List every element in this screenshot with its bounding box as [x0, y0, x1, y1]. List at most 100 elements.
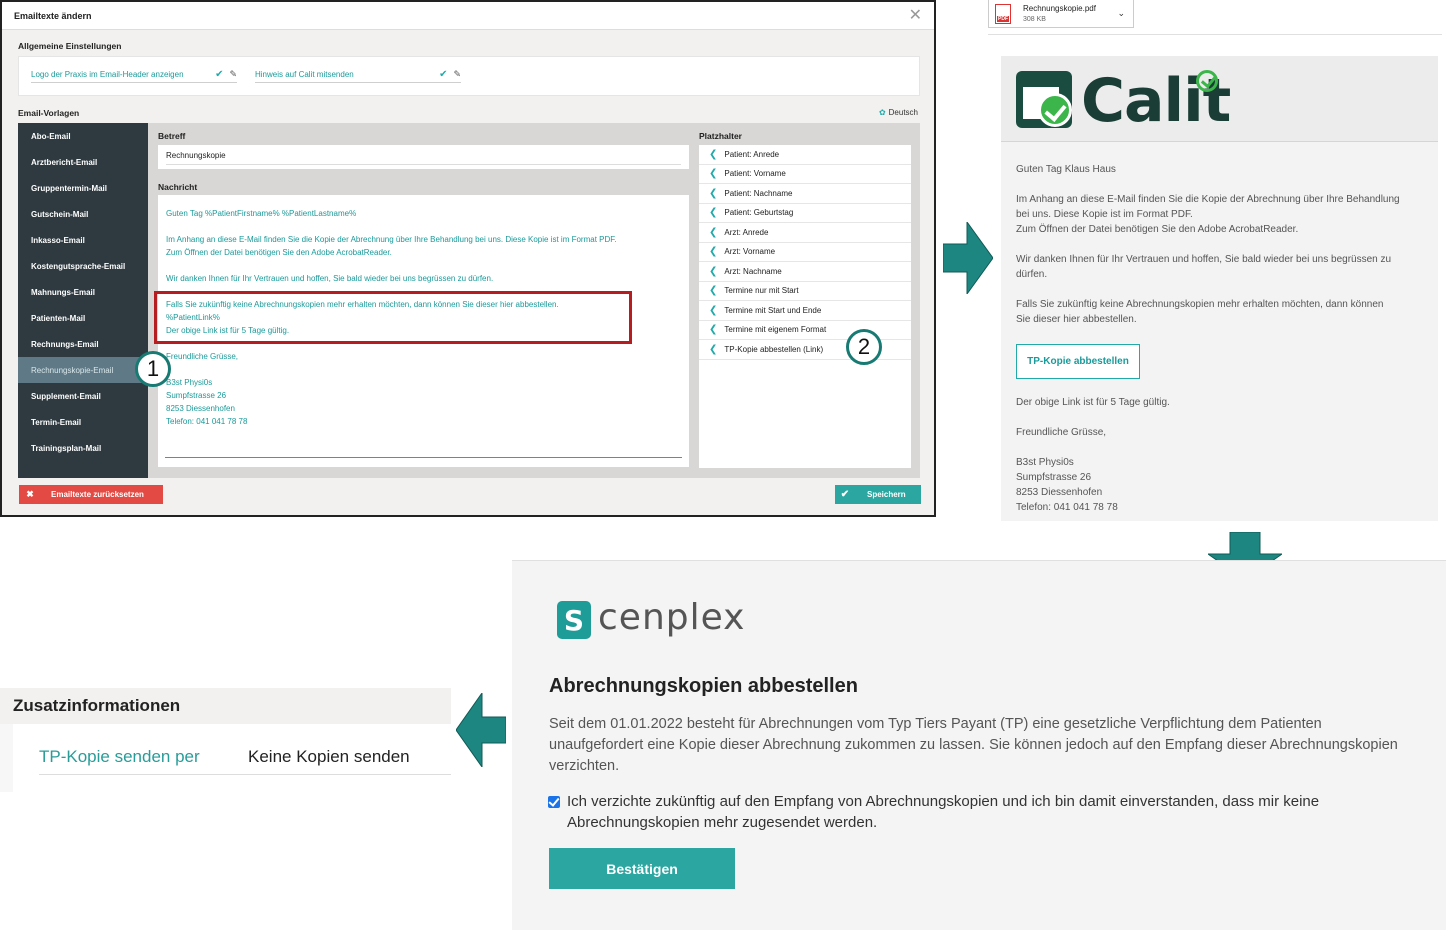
- info-paragraph: Seit dem 01.01.2022 besteht für Abrechnu…: [549, 716, 1398, 774]
- email-preview: Calit Guten Tag Klaus Haus Im Anhang an …: [1001, 56, 1438, 521]
- confirm-button[interactable]: Bestätigen: [549, 848, 735, 889]
- dialog-title: Emailtexte ändern: [14, 10, 92, 21]
- tp-copy-send-label: TP-Kopie senden per: [39, 747, 200, 766]
- template-item[interactable]: Gruppentermin-Mail: [18, 175, 148, 201]
- placeholder-item[interactable]: ❮ Patient: Anrede: [699, 145, 911, 165]
- general-settings-label: Allgemeine Einstellungen: [18, 41, 122, 51]
- consent-checkbox[interactable]: [548, 796, 560, 808]
- placeholder-label: Arzt: Anrede: [724, 227, 769, 237]
- placeholder-label: Platzhalter: [699, 131, 742, 141]
- check-icon: ✔: [840, 489, 850, 500]
- option-label: Hinweis auf Calit mitsenden: [255, 70, 354, 79]
- template-item[interactable]: Kostengutsprache-Email: [18, 253, 148, 279]
- placeholder-item[interactable]: ❮ Patient: Geburtstag: [699, 204, 911, 223]
- cenplex-unsubscribe-page: S cenplex Abrechnungskopien abbestellen …: [512, 560, 1446, 930]
- check-circle-icon: [1196, 70, 1218, 92]
- placeholder-item[interactable]: ❮ Termine nur mit Start: [699, 282, 911, 301]
- template-item[interactable]: Inkasso-Email: [18, 227, 148, 253]
- subject-input[interactable]: Rechnungskopie: [158, 145, 689, 169]
- placeholder-label: Termine mit Start und Ende: [724, 305, 822, 315]
- tp-copy-unsubscribe-button[interactable]: TP-Kopie abbestellen: [1016, 344, 1140, 379]
- download-bar-divider: [988, 34, 1442, 35]
- check-circle-icon: [1038, 93, 1072, 127]
- additional-info-panel: Zusatzinformationen TP-Kopie senden per …: [0, 688, 451, 792]
- download-filename: Rechnungskopie.pdf: [1023, 3, 1096, 13]
- template-item[interactable]: Supplement-Email: [18, 383, 148, 409]
- check-icon[interactable]: ✔: [439, 69, 447, 80]
- additional-info-header: Zusatzinformationen: [0, 688, 451, 724]
- placeholder-label: TP-Kopie abbestellen (Link): [724, 344, 824, 354]
- option-logo-header[interactable]: Logo der Praxis im Email-Header anzeigen…: [31, 67, 237, 83]
- option-label: Logo der Praxis im Email-Header anzeigen: [31, 70, 184, 79]
- email-footer-line: Telefon: 041 041 78 78: [1016, 502, 1118, 513]
- email-line: bei uns. Diese Kopie ist im Format PDF.: [1016, 209, 1193, 220]
- template-item[interactable]: Abo-Email: [18, 123, 148, 149]
- placeholder-item[interactable]: ❮ Patient: Nachname: [699, 184, 911, 204]
- message-underline: [165, 457, 682, 458]
- template-item[interactable]: Gutschein-Mail: [18, 201, 148, 227]
- chevron-left-icon: ❮: [709, 246, 718, 258]
- pencil-icon[interactable]: ✎: [229, 69, 237, 80]
- message-line: Telefon: 041 041 78 78: [166, 417, 248, 426]
- template-item[interactable]: Termin-Email: [18, 409, 148, 435]
- placeholder-label: Arzt: Vorname: [724, 247, 776, 257]
- email-texts-dialog: Emailtexte ändern ✕ Allgemeine Einstellu…: [0, 0, 936, 517]
- arrow-right-icon: [943, 222, 993, 294]
- template-item[interactable]: Arztbericht-Email: [18, 149, 148, 175]
- gear-icon: ✿: [878, 108, 886, 117]
- message-label: Nachricht: [158, 182, 198, 192]
- download-item[interactable]: Rechnungskopie.pdf 308 KB ⌄: [988, 0, 1134, 28]
- template-item[interactable]: Trainingsplan-Mail: [18, 435, 148, 461]
- placeholder-label: Patient: Anrede: [724, 149, 780, 159]
- templates-nav: Abo-Email Arztbericht-Email Gruppentermin-…: [18, 123, 148, 478]
- chevron-left-icon: ❮: [709, 207, 718, 219]
- template-item[interactable]: Rechnungs-Email: [18, 331, 148, 357]
- placeholder-item[interactable]: ❮ Arzt: Vorname: [699, 243, 911, 262]
- save-label: Speichern: [867, 490, 906, 499]
- email-greeting: Guten Tag Klaus Haus: [1016, 164, 1116, 175]
- highlight-frame: [154, 291, 632, 344]
- option-calit-hint[interactable]: Hinweis auf Calit mitsenden ✔ ✎: [255, 67, 461, 83]
- chevron-down-icon[interactable]: ⌄: [1117, 8, 1125, 19]
- message-line: Freundliche Grüsse,: [166, 352, 239, 361]
- template-item[interactable]: Rechnungskopie-Email: [18, 357, 148, 383]
- template-item[interactable]: Patienten-Mail: [18, 305, 148, 331]
- message-line: Guten Tag %PatientFirstname% %PatientLas…: [166, 209, 357, 218]
- save-button[interactable]: ✔ Speichern: [835, 485, 921, 504]
- message-line: Zum Öffnen der Datei benötigen Sie den A…: [166, 248, 392, 257]
- language-selector[interactable]: ✿ Deutsch: [879, 108, 918, 117]
- panel-left-margin: [0, 724, 13, 792]
- arrow-left-icon: [456, 693, 506, 767]
- placeholder-item[interactable]: ❮ Patient: Vorname: [699, 165, 911, 184]
- close-icon[interactable]: ✕: [909, 7, 922, 24]
- email-line: Falls Sie zukünftig keine Abrechnungskop…: [1016, 299, 1384, 310]
- reset-texts-button[interactable]: ✖ Emailtexte zurücksetzen: [19, 485, 163, 504]
- message-line: Wir danken Ihnen für Ihr Vertrauen und h…: [166, 274, 494, 283]
- placeholder-label: Termine mit eigenem Format: [724, 325, 827, 335]
- placeholder-label: Termine nur mit Start: [724, 286, 799, 296]
- email-line: dürfen.: [1016, 269, 1048, 280]
- tp-copy-send-value[interactable]: Keine Kopien senden: [248, 747, 410, 767]
- consent-label: Ich verzichte zukünftig auf den Empfang …: [567, 793, 1320, 831]
- email-footer-line: Sumpfstrasse 26: [1016, 472, 1092, 483]
- chevron-left-icon: ❮: [709, 285, 718, 297]
- field-divider: [39, 774, 451, 775]
- chevron-left-icon: ❮: [709, 304, 718, 316]
- placeholder-item[interactable]: ❮ Arzt: Nachname: [699, 262, 911, 282]
- placeholder-label: Arzt: Nachname: [724, 266, 782, 276]
- additional-info-title: Zusatzinformationen: [13, 696, 181, 715]
- pencil-icon[interactable]: ✎: [453, 69, 461, 80]
- cenplex-logo-text: cenplex: [598, 597, 746, 638]
- email-footer-line: Der obige Link ist für 5 Tage gültig.: [1016, 397, 1170, 408]
- placeholder-item[interactable]: ❮ Termine mit Start und Ende: [699, 301, 911, 321]
- placeholder-item[interactable]: ❮ Arzt: Anrede: [699, 223, 911, 243]
- chevron-left-icon: ❮: [709, 324, 718, 336]
- email-footer-line: Freundliche Grüsse,: [1016, 427, 1107, 438]
- check-icon[interactable]: ✔: [215, 69, 223, 80]
- chevron-left-icon: ❮: [709, 168, 718, 180]
- download-size: 308 KB: [1023, 15, 1046, 23]
- placeholder-list: ❮ Patient: Anrede ❮ Patient: Vorname ❮ Patien…: [699, 145, 911, 468]
- email-line: Im Anhang an diese E-Mail finden Sie die…: [1016, 194, 1400, 205]
- pdf-file-icon: [995, 3, 1011, 24]
- template-item[interactable]: Mahnungs-Email: [18, 279, 148, 305]
